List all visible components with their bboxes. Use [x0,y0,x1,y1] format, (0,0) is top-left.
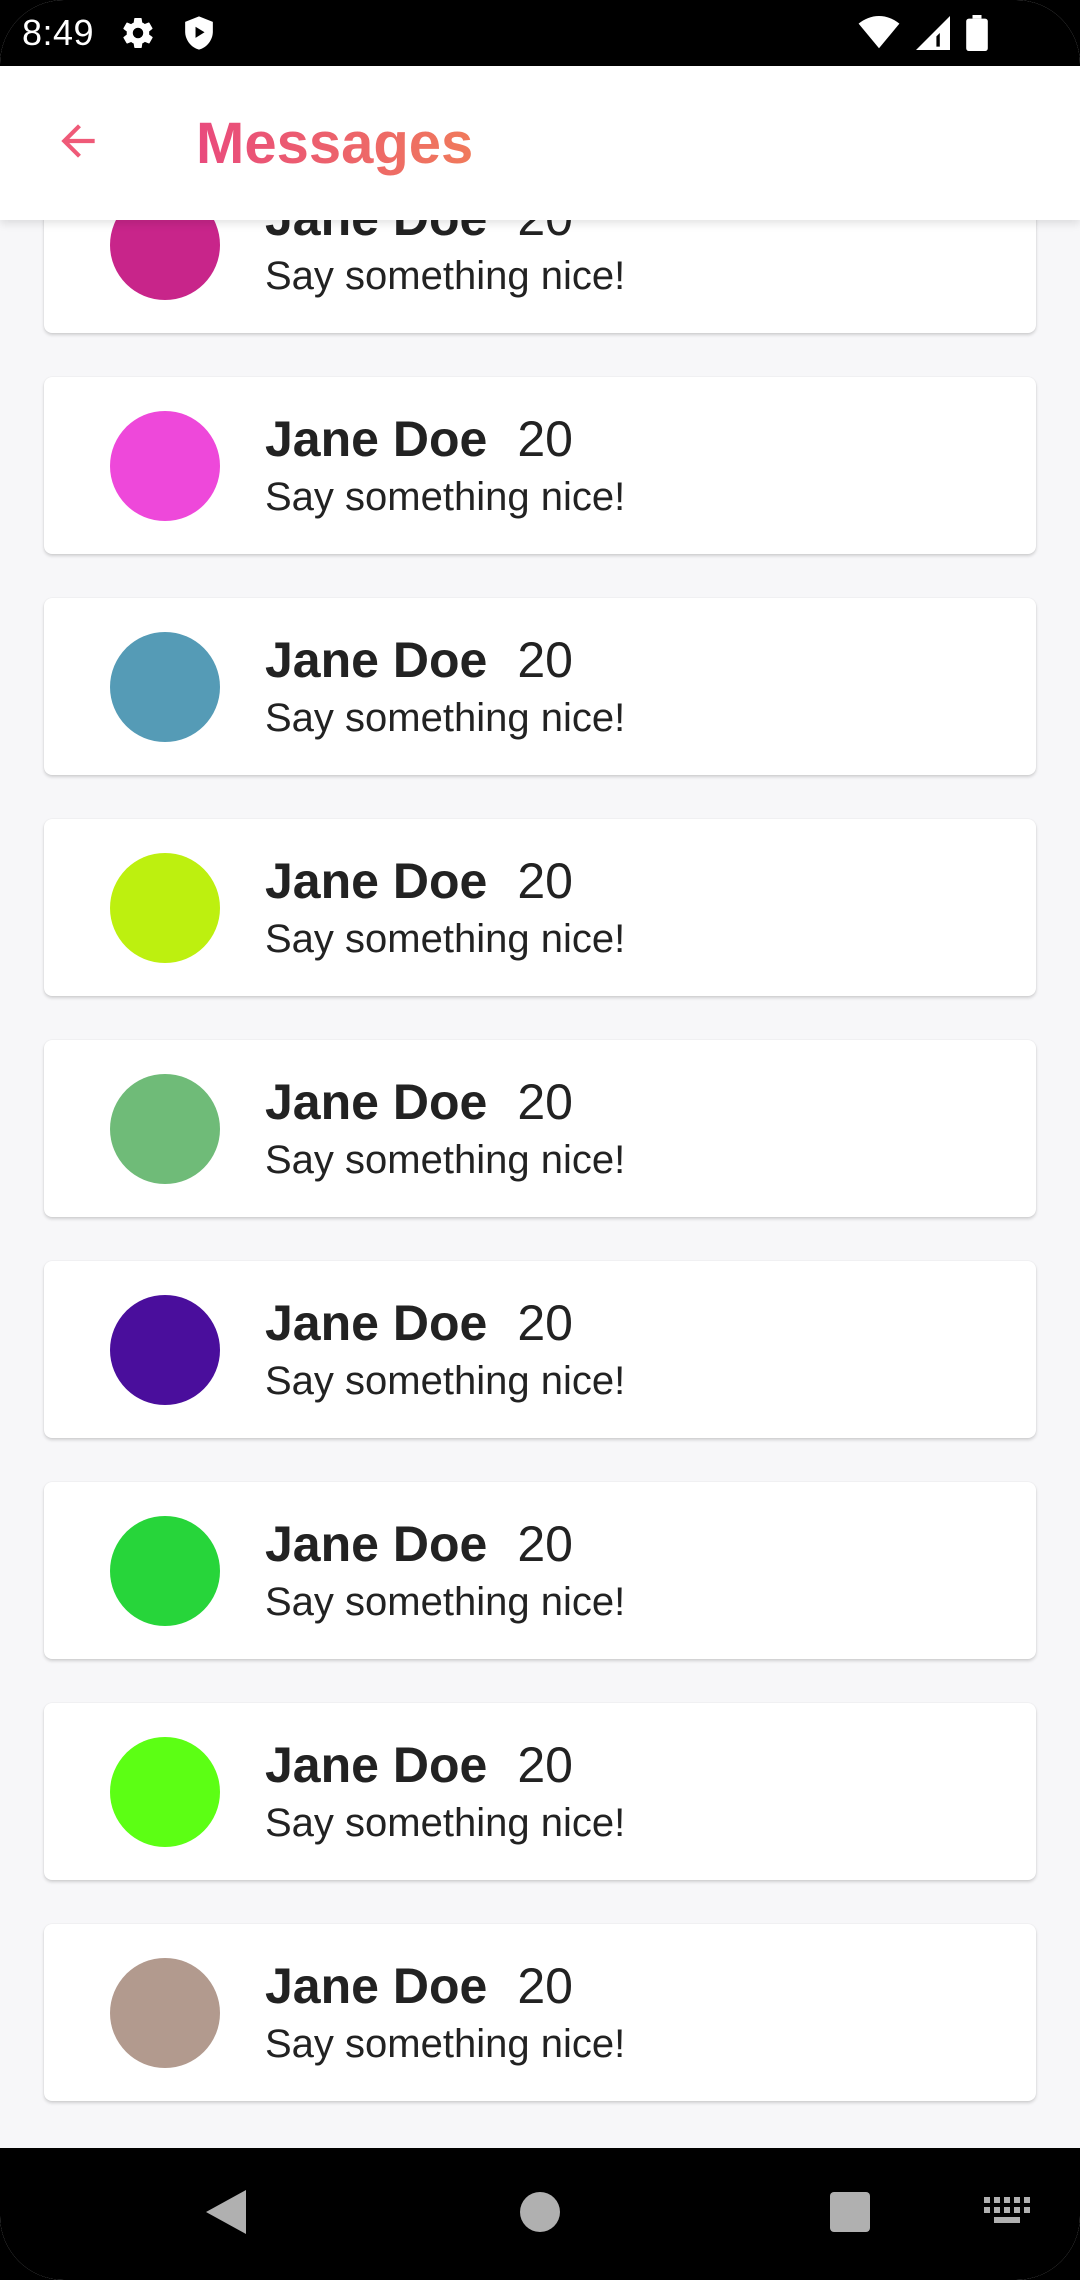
message-preview: Say something nice! [265,695,626,740]
message-list[interactable]: Jane Doe 20 Say something nice! Jane Doe 20 S… [0,220,1080,2148]
sender-name: Jane Doe [265,852,488,909]
message-card[interactable]: Jane Doe 20 Say something nice! [44,220,1036,333]
message-text-block: Jane Doe 20 Say something nice! [265,1293,625,1407]
page-title: Messages [196,110,474,176]
gear-icon [120,15,156,51]
message-card[interactable]: Jane Doe 20 Say something nice! [44,819,1036,996]
sender-name: Jane Doe [265,1515,488,1572]
message-text-block: Jane Doe 20 Say something nice! [265,1956,625,2070]
message-preview: Say something nice! [265,1800,626,1845]
arrow-left-icon [53,116,103,171]
recents-square-icon [830,2191,870,2237]
status-time: 8:49 [22,12,95,53]
app-screen: 8:49 Messages Say something nice! Jane D… [0,0,1080,2280]
name-line: Jane Doe 20 [265,1293,625,1353]
name-line: Jane Doe 20 [265,630,625,690]
name-line: Jane Doe 20 [265,220,625,248]
message-card[interactable]: Jane Doe 20 Say something nice! [44,1703,1036,1880]
avatar [110,220,220,300]
sender-age: 20 [517,1515,573,1572]
message-preview: Say something nice! [265,253,626,298]
message-card[interactable]: Jane Doe 20 Say something nice! [44,377,1036,554]
avatar [110,852,220,963]
home-circle-icon [520,2191,560,2237]
sender-age: 20 [517,1957,573,2014]
avatar [110,1957,220,2068]
sender-name: Jane Doe [265,631,488,688]
sender-age: 20 [517,1294,573,1351]
wifi-icon [858,16,900,50]
avatar [110,1515,220,1626]
sender-age: 20 [517,1736,573,1793]
avatar [110,410,220,521]
avatar [110,631,220,742]
name-line: Jane Doe 20 [265,1735,625,1795]
message-preview: Say something nice! [265,1137,626,1182]
app-bar: Messages [0,66,1080,220]
name-line: Jane Doe 20 [265,1956,625,2016]
message-text-block: Jane Doe 20 Say something nice! [265,220,625,302]
sender-name: Jane Doe [265,410,488,467]
message-card[interactable]: Jane Doe 20 Say something nice! [44,1261,1036,1438]
status-left: 8:49 [22,12,216,54]
message-text-block: Jane Doe 20 Say something nice! [265,630,625,744]
name-line: Jane Doe 20 [265,1072,625,1132]
message-preview: Say something nice! [265,1579,626,1624]
keyboard-button[interactable] [975,2188,1039,2240]
message-text-block: Jane Doe 20 Say something nice! [265,409,625,523]
nav-back-button[interactable] [196,2178,256,2250]
message-preview: Say something nice! [265,916,626,961]
sender-name: Jane Doe [265,1736,488,1793]
message-card[interactable]: Jane Doe 20 Say something nice! [44,1924,1036,2101]
sender-age: 20 [517,1073,573,1130]
navigation-bar [0,2148,1080,2280]
message-card[interactable]: Jane Doe 20 Say something nice! [44,598,1036,775]
sender-age: 20 [517,410,573,467]
keyboard-icon [984,2196,1030,2232]
message-card[interactable]: Jane Doe 20 Say something nice! [44,1040,1036,1217]
sender-name: Jane Doe [265,1957,488,2014]
status-bar: 8:49 [0,0,1080,66]
avatar [110,1736,220,1847]
sender-age: 20 [517,631,573,688]
avatar [110,1073,220,1184]
nav-recents-button[interactable] [820,2178,880,2250]
message-text-block: Jane Doe 20 Say something nice! [265,851,625,965]
sender-name: Jane Doe [265,1073,488,1130]
message-text-block: Jane Doe 20 Say something nice! [265,1072,625,1186]
message-preview: Say something nice! [265,1358,626,1403]
name-line: Jane Doe 20 [265,1514,625,1574]
sender-age: 20 [517,852,573,909]
sender-name: Jane Doe [265,1294,488,1351]
sender-age: 20 [517,220,573,248]
message-list-items: Jane Doe 20 Say something nice! Jane Doe 20 S… [0,220,1080,2145]
message-text-block: Jane Doe 20 Say something nice! [265,1514,625,1628]
message-preview: Say something nice! [265,474,626,519]
avatar [110,1294,220,1405]
message-card[interactable]: Jane Doe 20 Say something nice! [44,1482,1036,1659]
status-right [858,15,988,51]
nav-home-button[interactable] [510,2178,570,2250]
message-preview: Say something nice! [265,2021,626,2066]
shield-play-icon [182,15,216,51]
name-line: Jane Doe 20 [265,851,625,911]
back-triangle-icon [206,2189,246,2239]
battery-icon [966,15,988,51]
sender-name: Jane Doe [265,220,487,248]
message-text-block: Jane Doe 20 Say something nice! [265,1735,625,1849]
name-line: Jane Doe 20 [265,409,625,469]
back-button[interactable] [22,87,134,199]
cell-signal-icon [916,16,950,50]
